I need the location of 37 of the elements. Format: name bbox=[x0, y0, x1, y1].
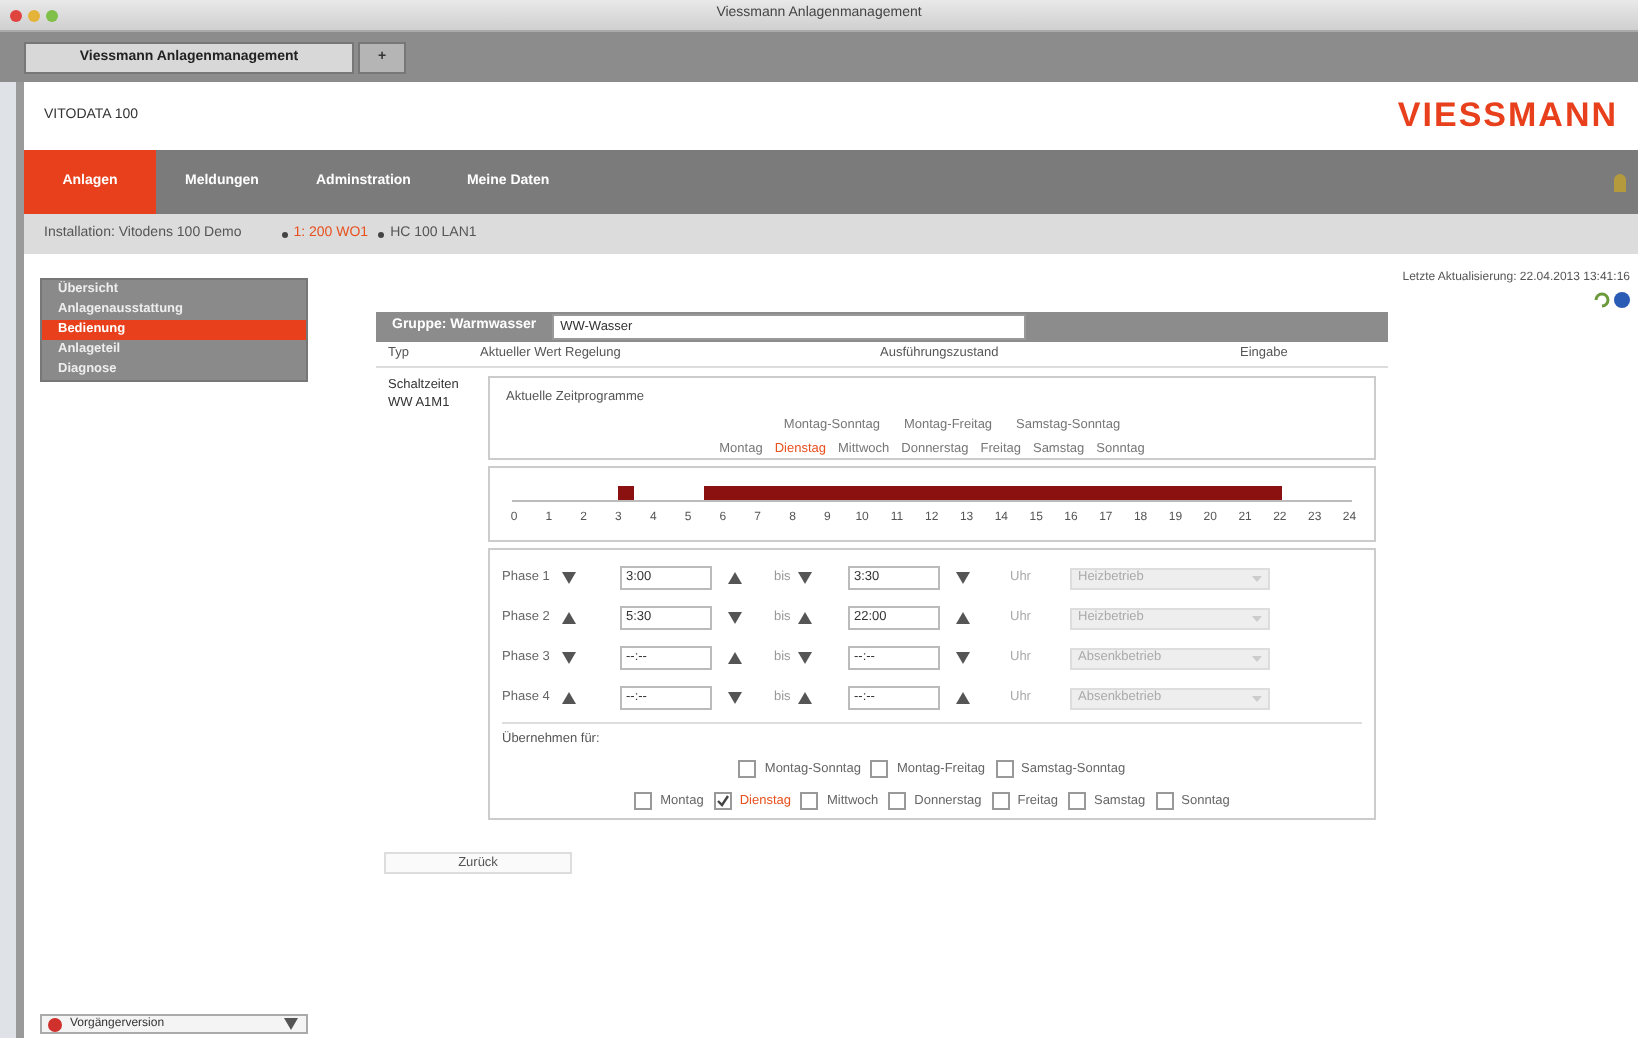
down-arrow-icon[interactable] bbox=[728, 692, 742, 704]
info-icon[interactable] bbox=[1614, 292, 1630, 308]
up-arrow-icon[interactable] bbox=[956, 612, 970, 624]
up-arrow-icon[interactable] bbox=[956, 692, 970, 704]
checkbox[interactable] bbox=[991, 791, 1010, 810]
up-arrow-icon[interactable] bbox=[562, 692, 576, 704]
logo: VIESSMANN bbox=[1397, 94, 1618, 139]
caret-icon bbox=[1252, 575, 1262, 581]
checkbox[interactable] bbox=[1155, 791, 1174, 810]
down-arrow-icon[interactable] bbox=[728, 612, 742, 624]
down-arrow-icon[interactable] bbox=[562, 572, 576, 584]
up-arrow-icon[interactable] bbox=[728, 652, 742, 664]
down-arrow-icon[interactable] bbox=[956, 572, 970, 584]
checkbox[interactable] bbox=[995, 760, 1014, 779]
close-window-icon[interactable] bbox=[10, 9, 22, 21]
up-arrow-icon[interactable] bbox=[798, 612, 812, 624]
checkbox[interactable] bbox=[800, 791, 819, 810]
checkbox[interactable] bbox=[713, 791, 732, 810]
checkbox[interactable] bbox=[634, 791, 653, 810]
up-arrow-icon[interactable] bbox=[798, 692, 812, 704]
refresh-icon[interactable] bbox=[1594, 292, 1610, 308]
checkbox[interactable] bbox=[1067, 791, 1086, 810]
down-arrow-icon[interactable] bbox=[956, 652, 970, 664]
checkbox[interactable] bbox=[738, 760, 757, 779]
down-arrow-icon[interactable] bbox=[798, 652, 812, 664]
warning-icon bbox=[48, 1017, 62, 1031]
caret-icon bbox=[1252, 655, 1262, 661]
checkbox[interactable] bbox=[888, 791, 907, 810]
down-arrow-icon[interactable] bbox=[562, 652, 576, 664]
down-arrow-icon[interactable] bbox=[798, 572, 812, 584]
schedule-bar bbox=[617, 486, 635, 500]
down-arrow-icon[interactable] bbox=[284, 1018, 298, 1030]
caret-icon bbox=[1252, 695, 1262, 701]
up-arrow-icon[interactable] bbox=[728, 572, 742, 584]
caret-icon bbox=[1252, 615, 1262, 621]
up-arrow-icon[interactable] bbox=[562, 612, 576, 624]
checkbox[interactable] bbox=[870, 760, 889, 779]
